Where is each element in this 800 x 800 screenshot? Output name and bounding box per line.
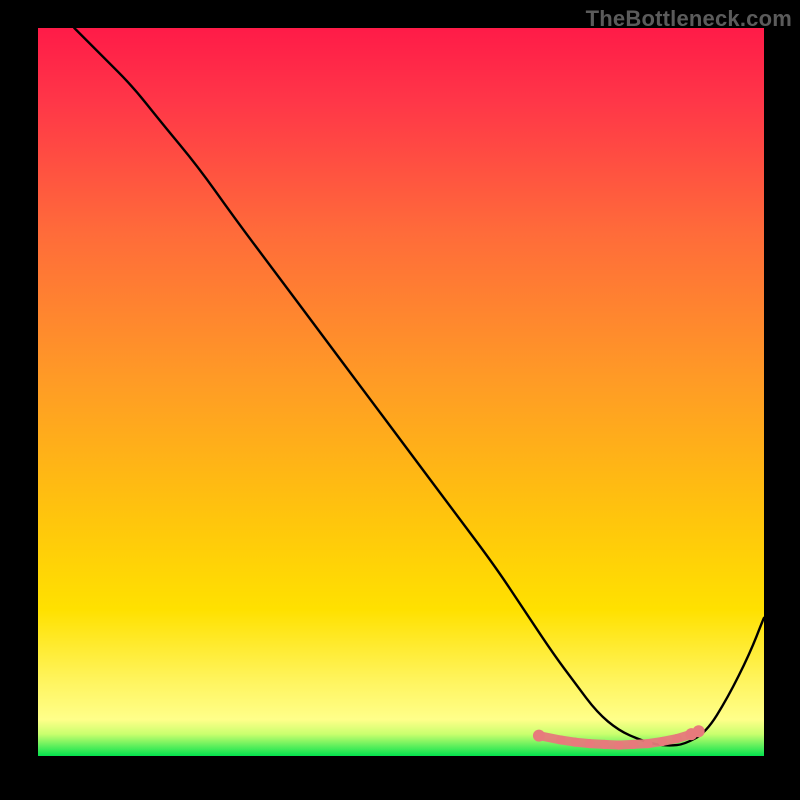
watermark-text: TheBottleneck.com xyxy=(586,6,792,32)
chart-viewport xyxy=(38,28,764,756)
optimal-marker-dot xyxy=(533,730,545,742)
optimal-marker-dot xyxy=(556,735,565,744)
optimal-marker-dot xyxy=(571,738,580,747)
chart-background xyxy=(38,28,764,756)
optimal-marker-dot xyxy=(600,740,609,749)
optimal-marker-dot xyxy=(643,739,652,748)
optimal-marker-dot xyxy=(672,734,681,743)
optimal-marker-dot xyxy=(629,740,638,749)
optimal-marker-dot xyxy=(658,737,667,746)
bottleneck-chart xyxy=(38,28,764,756)
optimal-marker-dot xyxy=(614,741,623,750)
optimal-marker-dot xyxy=(585,739,594,748)
optimal-marker-dot xyxy=(693,725,705,737)
